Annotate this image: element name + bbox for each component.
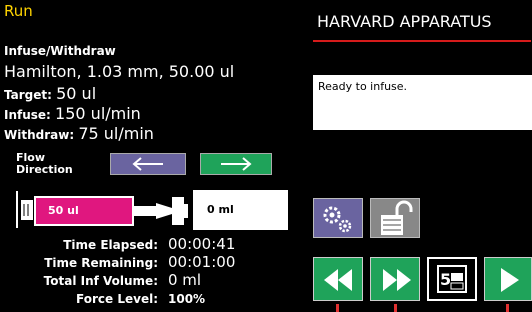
syringe-volume-label: 0 ml — [207, 203, 234, 216]
time-remaining-label: Time Remaining: — [44, 256, 158, 270]
flow-infuse-button[interactable] — [200, 153, 272, 175]
brand-name: HARVARD APPARATUS — [317, 12, 492, 31]
flow-label-line2: Direction — [16, 163, 73, 176]
infuse-value: 150 ul/min — [55, 104, 141, 123]
run-button[interactable] — [484, 257, 532, 301]
screen-title: Run — [4, 2, 33, 20]
status-message: Ready to infuse. — [318, 80, 408, 93]
run-marker — [506, 304, 509, 312]
target-value: 50 ul — [56, 84, 97, 103]
unlock-icon — [381, 200, 413, 235]
rewind-marker — [336, 304, 339, 312]
fast-forward-icon — [383, 269, 411, 291]
mode-text: Infuse/Withdraw — [4, 44, 116, 58]
flow-withdraw-button[interactable] — [110, 153, 186, 175]
gears-icon — [323, 206, 352, 233]
rewind-button[interactable] — [313, 257, 363, 301]
total-volume-value: 0 ml — [168, 271, 202, 289]
play-icon — [501, 268, 519, 292]
fast-forward-marker — [394, 304, 397, 312]
lock-button[interactable] — [370, 198, 420, 238]
arrow-left-icon — [132, 157, 163, 171]
withdraw-label: Withdraw: — [4, 128, 75, 142]
time-remaining-value: 00:01:00 — [168, 253, 236, 271]
infuse-label: Infuse: — [4, 108, 51, 122]
syringe-config-value: Hamilton, 1.03 mm, 50.00 ul — [4, 62, 235, 81]
target-label: Target: — [4, 88, 52, 102]
status-message-box: Ready to infuse. — [313, 75, 532, 130]
time-elapsed-label: Time Elapsed: — [63, 238, 158, 252]
rewind-icon — [324, 269, 352, 291]
withdraw-value: 75 ul/min — [78, 124, 154, 143]
brand-underline — [313, 40, 531, 42]
flow-direction-label: Flow Direction — [16, 152, 73, 176]
withdraw-row: Withdraw: 75 ul/min — [4, 124, 154, 143]
total-volume-label: Total Inf Volume: — [43, 274, 158, 288]
svg-text:5: 5 — [440, 270, 451, 289]
arrow-right-icon — [221, 157, 252, 171]
settings-button[interactable] — [313, 198, 363, 238]
display-icon: 5 — [437, 265, 467, 293]
fast-forward-button[interactable] — [370, 257, 420, 301]
time-elapsed-value: 00:00:41 — [168, 235, 236, 253]
syringe-config: Hamilton, 1.03 mm, 50.00 ul — [4, 62, 234, 81]
display-button[interactable]: 5 — [427, 257, 477, 301]
target-row: Target: 50 ul — [4, 84, 96, 103]
syringe-graphic: 50 ul 0 ml — [10, 188, 295, 234]
force-level-value: 100% — [168, 292, 206, 306]
infuse-row: Infuse: 150 ul/min — [4, 104, 141, 123]
syringe-fill-label: 50 ul — [48, 204, 79, 217]
force-level-label: Force Level: — [76, 292, 158, 306]
